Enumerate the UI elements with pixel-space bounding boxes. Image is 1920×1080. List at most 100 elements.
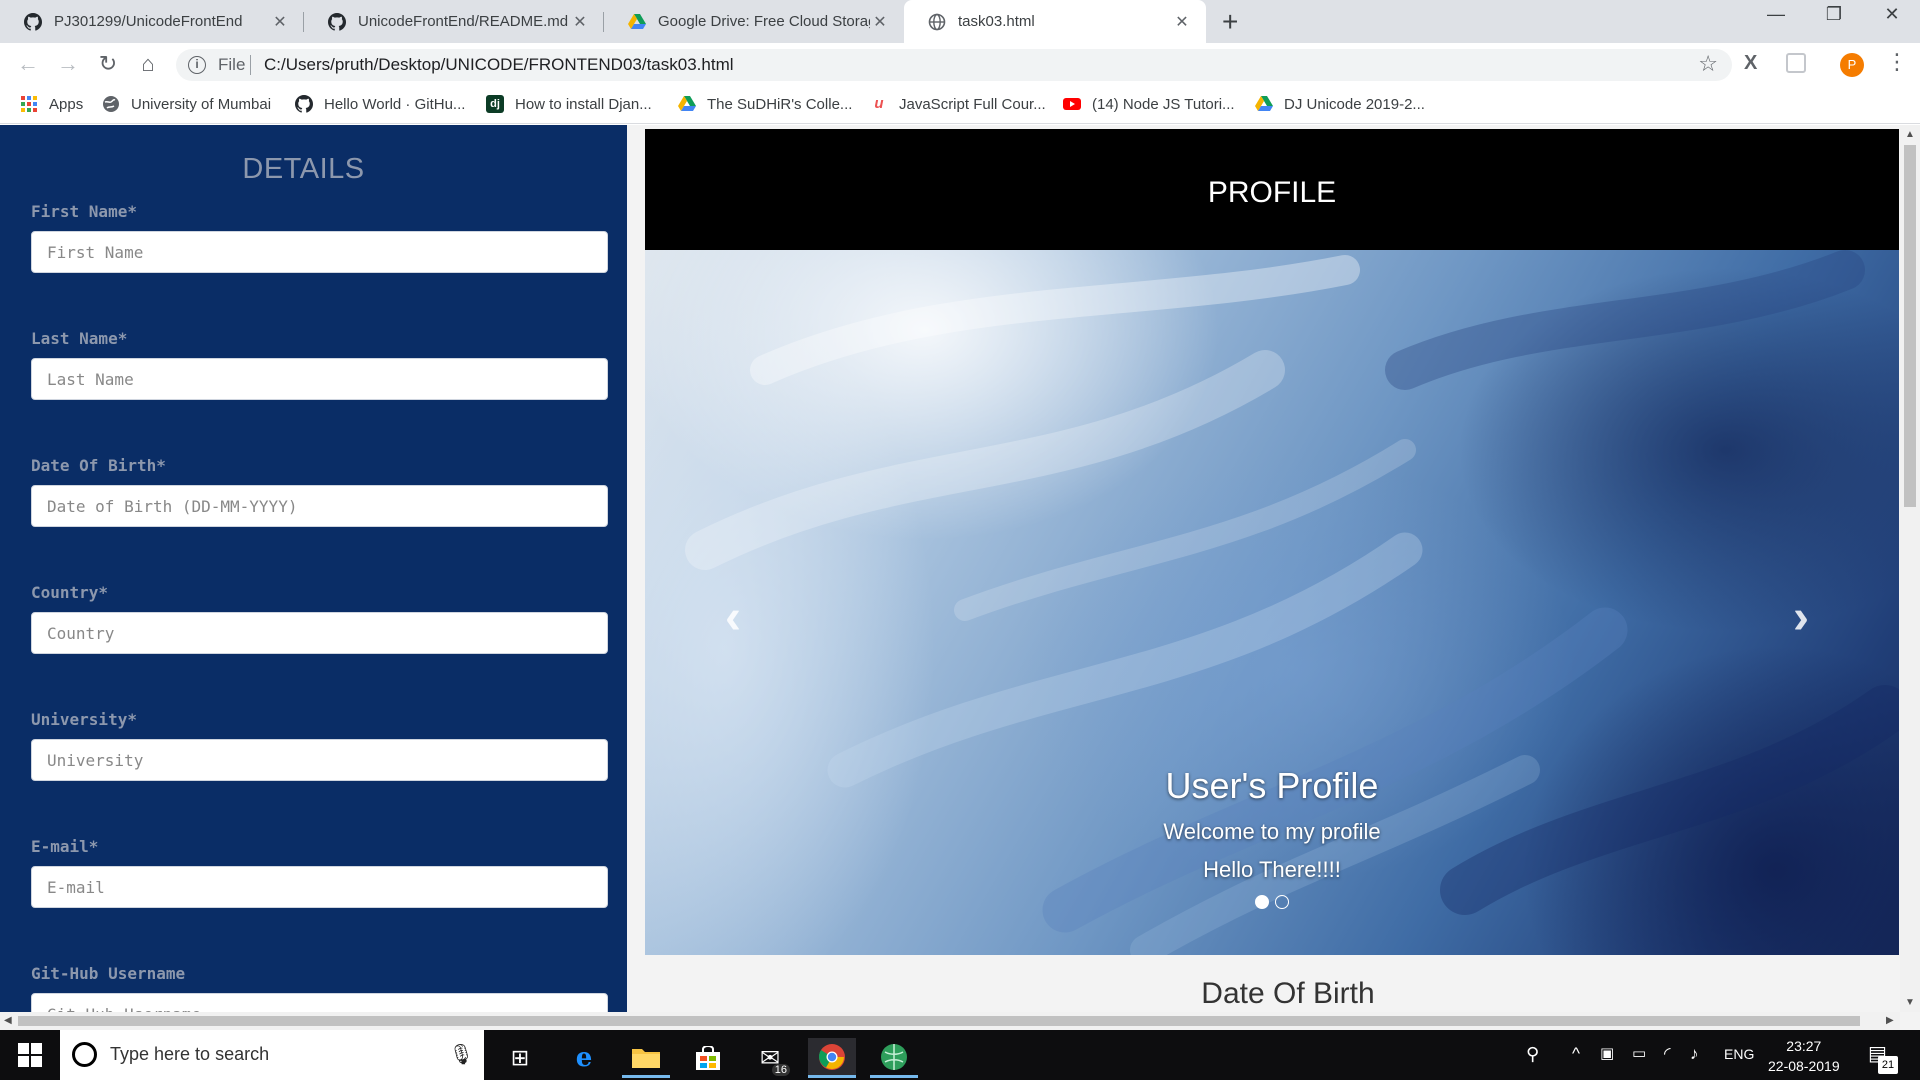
tab-task03[interactable]: task03.html ✕ bbox=[904, 0, 1206, 43]
github-icon bbox=[295, 95, 313, 113]
caption-title: User's Profile bbox=[1165, 765, 1379, 806]
bookmark-javascript-course[interactable]: u JavaScript Full Cour... bbox=[870, 95, 1046, 113]
tab-strip: PJ301299/UnicodeFrontEnd ✕ UnicodeFrontE… bbox=[0, 0, 1920, 43]
volume-icon[interactable]: ♪ bbox=[1690, 1044, 1699, 1064]
home-icon[interactable]: ⌂ bbox=[134, 51, 162, 77]
globe-icon bbox=[103, 96, 119, 112]
restore-icon[interactable]: ❐ bbox=[1806, 4, 1862, 25]
chrome-icon[interactable] bbox=[808, 1038, 856, 1078]
microphone-icon[interactable]: 🎙 bbox=[449, 1042, 474, 1067]
battery-icon[interactable]: ▭ bbox=[1632, 1044, 1646, 1062]
tab-google-drive[interactable]: Google Drive: Free Cloud Storage ✕ bbox=[604, 0, 904, 43]
bookmark-label: (14) Node JS Tutori... bbox=[1092, 95, 1235, 113]
bookmark-star-icon[interactable]: ☆ bbox=[1698, 51, 1718, 77]
taskbar-search[interactable]: Type here to search 🎙 bbox=[60, 1030, 484, 1080]
github-icon bbox=[24, 12, 42, 31]
close-icon[interactable]: ✕ bbox=[1172, 12, 1192, 32]
last-name-field[interactable] bbox=[31, 358, 608, 400]
clock[interactable]: 23:27 22-08-2019 bbox=[1768, 1036, 1840, 1076]
scroll-left-icon[interactable]: ◀ bbox=[4, 1015, 12, 1026]
green-globe-icon bbox=[881, 1043, 907, 1070]
scroll-down-icon[interactable]: ▼ bbox=[1905, 997, 1915, 1008]
vertical-scrollbar[interactable]: ▲ ▼ bbox=[1900, 125, 1920, 1012]
profile-carousel: ‹ › User's Profile Welcome to my profile… bbox=[645, 250, 1899, 955]
wifi-icon[interactable]: ◜ bbox=[1664, 1044, 1671, 1064]
mail-icon[interactable]: ✉ 16 bbox=[746, 1038, 794, 1078]
profile-avatar[interactable]: P bbox=[1840, 53, 1864, 77]
email-field[interactable] bbox=[31, 866, 608, 908]
store-icon[interactable] bbox=[684, 1038, 732, 1078]
people-icon[interactable]: ⚲ bbox=[1526, 1044, 1539, 1065]
scroll-up-icon[interactable]: ▲ bbox=[1905, 129, 1915, 140]
address-bar[interactable]: i File C:/Users/pruth/Desktop/UNICODE/FR… bbox=[176, 49, 1732, 81]
bookmark-install-django[interactable]: dj How to install Djan... bbox=[486, 95, 652, 113]
window-close-icon[interactable]: ✕ bbox=[1864, 4, 1920, 25]
page-viewport: DETAILS First Name* Last Name* Date Of B… bbox=[0, 125, 1920, 1030]
first-name-field[interactable] bbox=[31, 231, 608, 273]
bookmark-dj-unicode[interactable]: DJ Unicode 2019-2... bbox=[1255, 95, 1425, 113]
cortana-icon bbox=[72, 1042, 97, 1067]
minimize-icon[interactable]: — bbox=[1748, 4, 1804, 25]
windows-start-icon[interactable] bbox=[18, 1043, 42, 1067]
app-globe-icon[interactable] bbox=[870, 1038, 918, 1078]
folder-icon bbox=[632, 1048, 660, 1068]
details-heading: DETAILS bbox=[242, 153, 365, 185]
bookmark-apps[interactable]: Apps bbox=[20, 95, 83, 113]
file-label: File bbox=[218, 55, 246, 74]
email-label: E-mail* bbox=[31, 837, 99, 856]
bookmark-label: How to install Djan... bbox=[515, 95, 652, 113]
bookmark-university-of-mumbai[interactable]: University of Mumbai bbox=[102, 95, 271, 113]
back-icon[interactable]: ← bbox=[14, 51, 42, 77]
extension-x-icon[interactable]: X bbox=[1744, 52, 1757, 75]
new-tab-button[interactable]: + bbox=[1222, 6, 1238, 38]
horizontal-scrollbar[interactable]: ◀ ▶ bbox=[0, 1012, 1900, 1030]
forward-icon[interactable]: → bbox=[54, 51, 82, 77]
carousel-caption: User's Profile Welcome to my profile Hel… bbox=[645, 765, 1899, 895]
clock-date: 22-08-2019 bbox=[1768, 1058, 1840, 1074]
chevron-up-icon[interactable]: ^ bbox=[1572, 1044, 1580, 1064]
language-indicator[interactable]: ENG bbox=[1724, 1046, 1754, 1062]
bookmark-node-js-tutorial[interactable]: (14) Node JS Tutori... bbox=[1063, 95, 1235, 113]
clock-time: 23:27 bbox=[1786, 1038, 1822, 1054]
udemy-icon: u bbox=[874, 95, 884, 112]
reload-icon[interactable]: ↻ bbox=[94, 51, 122, 77]
menu-dots-icon[interactable]: ⋮ bbox=[1886, 49, 1908, 75]
university-label: University* bbox=[31, 710, 137, 729]
chevron-right-icon[interactable]: › bbox=[1793, 590, 1809, 645]
bookmark-label: The SuDHiR's Colle... bbox=[707, 95, 853, 113]
date-of-birth-label: Date Of Birth* bbox=[31, 456, 166, 475]
profile-header: PROFILE bbox=[645, 129, 1899, 250]
caption-welcome: Welcome to my profile bbox=[1163, 819, 1381, 844]
scroll-right-icon[interactable]: ▶ bbox=[1886, 1015, 1894, 1026]
github-icon bbox=[328, 12, 346, 31]
country-field[interactable] bbox=[31, 612, 608, 654]
bookmark-sudhir-college[interactable]: The SuDHiR's Colle... bbox=[678, 95, 852, 113]
extension-box-icon[interactable] bbox=[1786, 53, 1806, 73]
browser-toolbar: ← → ↻ ⌂ i File C:/Users/pruth/Desktop/UN… bbox=[0, 43, 1920, 86]
close-icon[interactable]: ✕ bbox=[870, 12, 890, 32]
bookmark-label: JavaScript Full Cour... bbox=[899, 95, 1046, 113]
file-explorer-icon[interactable] bbox=[622, 1038, 670, 1078]
url-text[interactable]: C:/Users/pruth/Desktop/UNICODE/FRONTEND0… bbox=[264, 55, 734, 75]
tab-label: PJ301299/UnicodeFrontEnd bbox=[54, 13, 243, 30]
info-icon[interactable]: i bbox=[188, 56, 206, 74]
university-field[interactable] bbox=[31, 739, 608, 781]
tab-github-readme[interactable]: UnicodeFrontEnd/README.md at ✕ bbox=[304, 0, 604, 43]
task-view-icon[interactable]: ⊞ bbox=[496, 1038, 544, 1078]
tab-label: Google Drive: Free Cloud Storage bbox=[658, 13, 870, 30]
security-icon[interactable]: ▣ bbox=[1600, 1044, 1614, 1062]
bookmarks-bar: Apps University of Mumbai Hello World · … bbox=[0, 86, 1920, 124]
carousel-indicator-2[interactable] bbox=[1275, 895, 1289, 909]
notification-count: 21 bbox=[1878, 1056, 1898, 1074]
edge-icon[interactable]: e bbox=[560, 1038, 608, 1078]
tab-github-repo[interactable]: PJ301299/UnicodeFrontEnd ✕ bbox=[0, 0, 304, 43]
scroll-thumb[interactable] bbox=[1904, 145, 1916, 507]
scroll-thumb[interactable] bbox=[18, 1016, 1860, 1026]
carousel-indicator-1[interactable] bbox=[1255, 895, 1269, 909]
date-of-birth-field[interactable] bbox=[31, 485, 608, 527]
bookmark-hello-world-github[interactable]: Hello World · GitHu... bbox=[295, 95, 465, 113]
close-icon[interactable]: ✕ bbox=[270, 12, 290, 32]
bookmark-label: Apps bbox=[49, 95, 84, 113]
close-icon[interactable]: ✕ bbox=[570, 12, 590, 32]
chevron-left-icon[interactable]: ‹ bbox=[725, 590, 741, 645]
